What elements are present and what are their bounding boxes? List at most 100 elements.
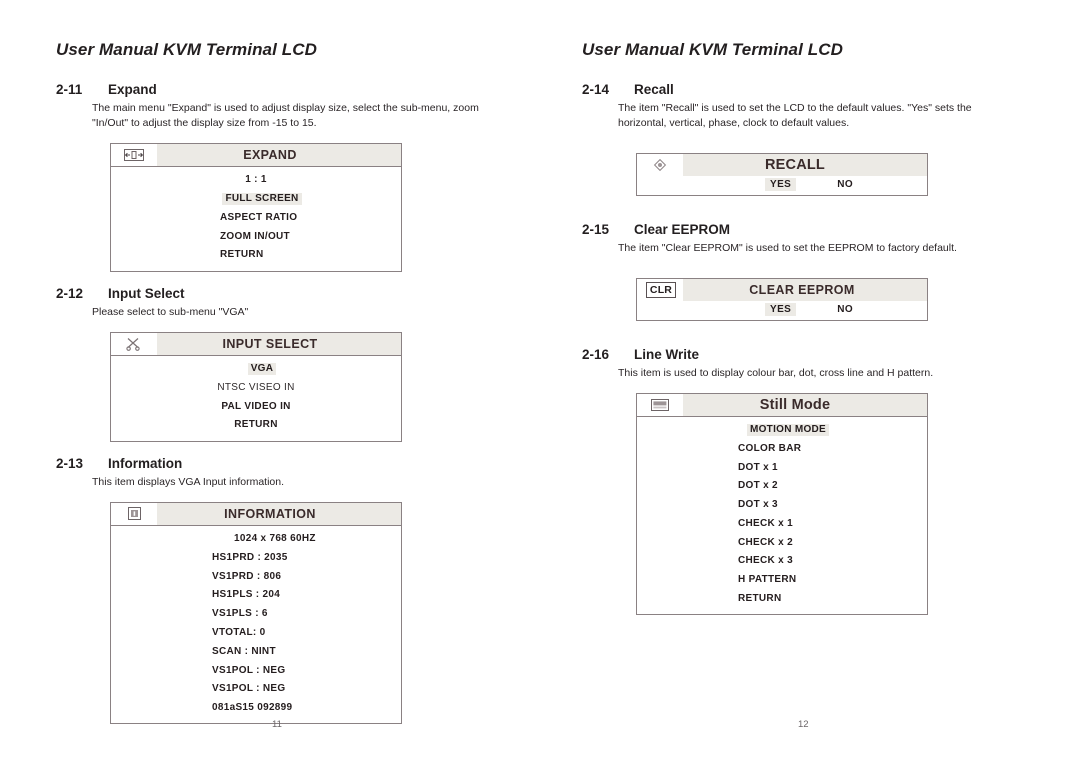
- section-body: The item "Clear EEPROM" is used to set t…: [618, 241, 957, 254]
- osd-info-row: HS1PLS : 204: [111, 586, 401, 605]
- osd-item[interactable]: NTSC VISEO IN: [111, 378, 401, 397]
- osd-item[interactable]: 1 : 1: [111, 171, 401, 190]
- osd-item[interactable]: RETURN: [111, 246, 401, 265]
- osd-item[interactable]: ZOOM IN/OUT: [111, 227, 401, 246]
- osd-item-label: NTSC VISEO IN: [217, 381, 295, 393]
- osd-item-label: VGA: [247, 363, 277, 376]
- osd-box-expand: EXPAND 1 : 1 FULL SCREEN ASPECT RATIO ZO…: [110, 142, 402, 272]
- scissors-icon: [126, 337, 142, 351]
- osd-info-row: VS1PLS : 6: [111, 605, 401, 624]
- osd-item-label: COLOR BAR: [738, 442, 802, 454]
- osd-title-cell: INFORMATION: [157, 502, 401, 525]
- osd-title-cell: Still Mode: [683, 393, 927, 416]
- osd-item-list: VGA NTSC VISEO IN PAL VIDEO IN RETURN: [111, 356, 401, 441]
- section-number: 2-13: [56, 455, 84, 471]
- osd-no-option[interactable]: NO: [832, 303, 858, 316]
- section-information: 2-13 Information This item displays VGA …: [56, 456, 516, 725]
- osd-info-row: VS1POL : NEG: [111, 680, 401, 699]
- osd-info-value: VS1POL : NEG: [212, 683, 286, 695]
- osd-title: INFORMATION: [224, 506, 316, 521]
- osd-item-label: CHECK x 2: [738, 536, 793, 548]
- section-body: Please select to sub-menu "VGA": [92, 305, 249, 318]
- osd-info-value: HS1PRD : 2035: [212, 551, 288, 563]
- osd-icon-cell: [111, 144, 157, 166]
- osd-title-row: EXPAND: [111, 143, 401, 167]
- osd-icon-cell: CLR: [637, 279, 683, 301]
- osd-yes-option[interactable]: YES: [765, 302, 797, 316]
- osd-item-list: MOTION MODE COLOR BAR DOT x 1 DOT x 2 DO…: [637, 417, 927, 615]
- osd-item[interactable]: RETURN: [111, 416, 401, 435]
- osd-title: RECALL: [764, 156, 825, 173]
- section-input-select: 2-12 Input Select Please select to sub-m…: [56, 286, 516, 442]
- section-heading: 2-15 Clear EEPROM: [582, 222, 1042, 237]
- osd-item[interactable]: RETURN: [637, 590, 927, 609]
- section-recall: 2-14 Recall The item "Recall" is used to…: [582, 82, 1042, 196]
- page-number-left: 11: [272, 719, 282, 730]
- osd-yes-option[interactable]: YES: [765, 177, 797, 191]
- osd-item[interactable]: ASPECT RATIO: [111, 208, 401, 227]
- osd-info-row: VS1PRD : 806: [111, 567, 401, 586]
- osd-item-label: FULL SCREEN: [222, 192, 302, 205]
- osd-item[interactable]: DOT x 1: [637, 458, 927, 477]
- osd-item-label: ASPECT RATIO: [220, 211, 298, 223]
- osd-title: CLEAR EEPROM: [749, 282, 855, 297]
- section-number: 2-15: [582, 221, 610, 237]
- section-body: This item is used to display colour bar,…: [618, 366, 934, 379]
- section-body: This item displays VGA Input information…: [92, 475, 284, 488]
- section-heading: 2-14 Recall: [582, 82, 1042, 97]
- osd-item-list: 1 : 1 FULL SCREEN ASPECT RATIO ZOOM IN/O…: [111, 167, 401, 271]
- section-heading: 2-12 Input Select: [56, 286, 516, 301]
- osd-no-option[interactable]: NO: [832, 178, 858, 191]
- osd-item[interactable]: CHECK x 2: [637, 533, 927, 552]
- osd-item-label: ZOOM IN/OUT: [220, 230, 290, 242]
- osd-item[interactable]: H PATTERN: [637, 571, 927, 590]
- osd-icon-cell: [637, 154, 683, 176]
- osd-item-label: RETURN: [220, 249, 264, 261]
- section-heading: 2-11 Expand: [56, 82, 516, 97]
- osd-icon-cell: [111, 503, 157, 525]
- osd-item[interactable]: CHECK x 3: [637, 552, 927, 571]
- osd-title-row: CLR CLEAR EEPROM: [637, 278, 927, 301]
- manual-page-spread: User Manual KVM Terminal LCD 2-11 Expand…: [0, 0, 1080, 764]
- osd-item[interactable]: PAL VIDEO IN: [111, 397, 401, 416]
- osd-item-label: CHECK x 3: [738, 555, 793, 567]
- osd-item-label: CHECK x 1: [738, 517, 793, 529]
- osd-title-cell: INPUT SELECT: [157, 332, 401, 355]
- osd-info-row: VS1POL : NEG: [111, 661, 401, 680]
- osd-item[interactable]: CHECK x 1: [637, 515, 927, 534]
- osd-item-selected[interactable]: FULL SCREEN: [111, 190, 401, 209]
- section-line-write: 2-16 Line Write This item is used to dis…: [582, 347, 1042, 616]
- osd-item[interactable]: DOT x 3: [637, 496, 927, 515]
- osd-info-row: 081aS15 092899: [111, 699, 401, 718]
- osd-info-value: VS1PLS : 6: [212, 608, 268, 620]
- osd-item-label: RETURN: [234, 419, 278, 431]
- osd-title: INPUT SELECT: [222, 336, 318, 351]
- osd-info-value: 1024 x 768 60HZ: [234, 533, 316, 545]
- section-title: Information: [108, 455, 183, 471]
- osd-title: Still Mode: [759, 396, 831, 413]
- osd-info-value: VS1PRD : 806: [212, 570, 282, 582]
- osd-info-value: HS1PLS : 204: [212, 589, 281, 601]
- osd-info-value: VTOTAL: 0: [212, 626, 266, 638]
- osd-title-cell: CLEAR EEPROM: [683, 278, 927, 301]
- osd-item[interactable]: DOT x 2: [637, 477, 927, 496]
- osd-item[interactable]: COLOR BAR: [637, 439, 927, 458]
- osd-item-label: MOTION MODE: [746, 424, 830, 437]
- section-number: 2-12: [56, 285, 84, 301]
- clr-icon: CLR: [645, 281, 677, 298]
- osd-box-input-select: INPUT SELECT VGA NTSC VISEO IN PAL VIDEO…: [110, 331, 402, 442]
- osd-item-selected[interactable]: MOTION MODE: [637, 421, 927, 440]
- section-title: Input Select: [108, 285, 185, 301]
- osd-yes-no-row: YES NO: [637, 301, 927, 320]
- osd-title: EXPAND: [243, 147, 297, 162]
- osd-box-still-mode: Still Mode MOTION MODE COLOR BAR DOT x 1…: [636, 392, 928, 616]
- section-body: The main menu "Expand" is used to adjust…: [92, 102, 479, 129]
- osd-title-cell: RECALL: [683, 153, 927, 176]
- osd-item-selected[interactable]: VGA: [111, 360, 401, 379]
- section-number: 2-16: [582, 346, 610, 362]
- osd-info-value: 081aS15 092899: [212, 702, 293, 714]
- osd-item-label: DOT x 1: [738, 461, 778, 473]
- osd-title-row: INPUT SELECT: [111, 332, 401, 356]
